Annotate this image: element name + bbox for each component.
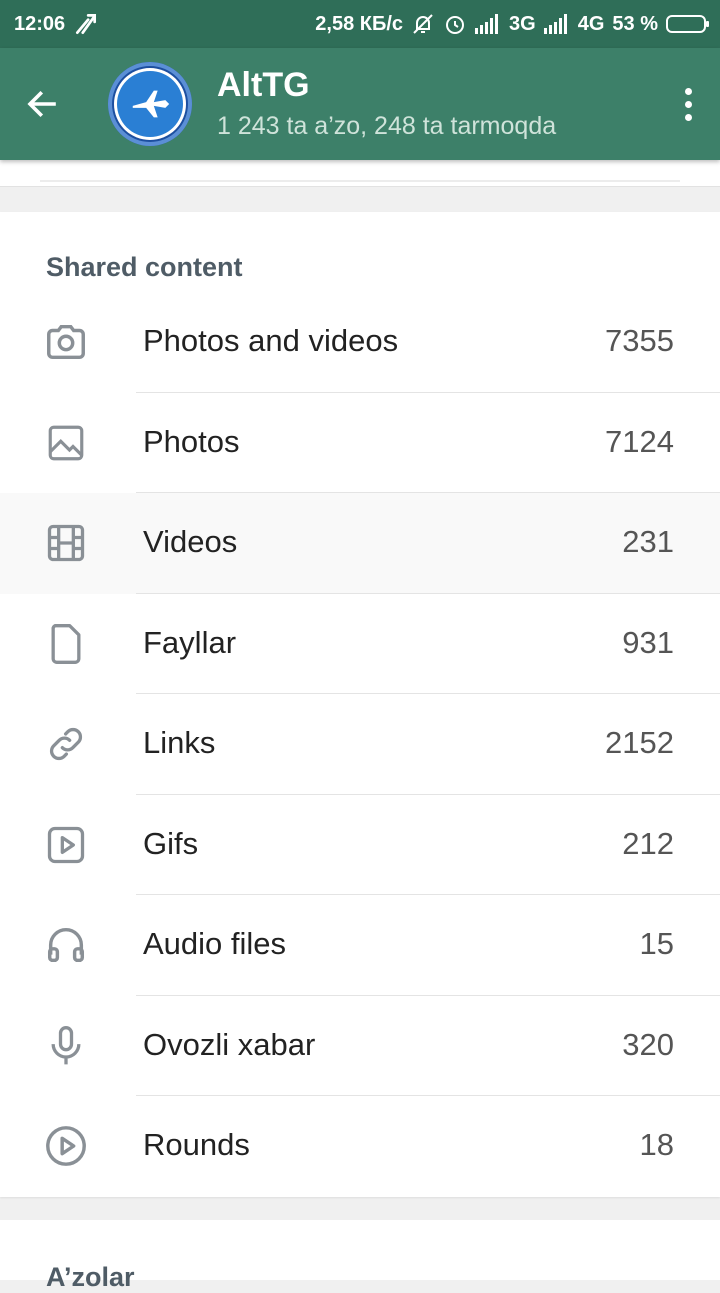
image-icon: [42, 419, 90, 467]
row-count: 7124: [605, 423, 674, 459]
row-count: 7355: [605, 323, 674, 358]
row-count: 212: [622, 825, 674, 861]
back-button[interactable]: [20, 82, 64, 126]
file-icon: [42, 620, 90, 668]
members-card: A’zolar: [0, 1220, 720, 1292]
camera-icon: [42, 318, 90, 366]
headphones-icon: [42, 921, 90, 969]
row-label: Photos: [143, 423, 240, 459]
shared-content-list: Photos and videos 7355 Photos 7124 Video…: [0, 292, 720, 1197]
row-label: Gifs: [143, 825, 199, 861]
list-item-files[interactable]: Fayllar 931: [0, 594, 720, 694]
row-label: Photos and videos: [143, 323, 399, 358]
avatar-inner: [117, 71, 183, 137]
row-label: Ovozli xabar: [143, 1026, 316, 1062]
status-time: 12:06: [14, 12, 66, 35]
signal-icon-2: [543, 14, 570, 34]
network-type-1: 3G: [509, 12, 536, 35]
battery-percent: 53 %: [612, 12, 658, 35]
chat-title: AltTG: [217, 66, 310, 104]
dot-icon: [684, 113, 692, 121]
more-options-button[interactable]: [674, 82, 702, 126]
signal-icon: [475, 14, 501, 34]
list-item-gifs[interactable]: Gifs 212: [0, 795, 720, 895]
gif-play-icon: [42, 821, 90, 869]
network-type-2: 4G: [577, 12, 605, 35]
battery-icon: [666, 15, 709, 33]
members-section-title: A’zolar: [46, 1262, 135, 1292]
row-label: Fayllar: [143, 624, 237, 660]
dot-icon: [684, 87, 692, 95]
notification-app-icon: [73, 11, 99, 37]
action-bar: AltTG 1 243 ta a’zo, 248 ta tarmoqda: [0, 48, 720, 160]
divider: [40, 180, 680, 182]
arrow-left-icon: [27, 90, 56, 118]
jet-icon: [132, 90, 170, 118]
dot-icon: [684, 100, 692, 108]
microphone-icon: [42, 1022, 90, 1070]
film-icon: [42, 519, 90, 567]
list-item-photos[interactable]: Photos 7124: [0, 393, 720, 493]
round-video-icon: [42, 1122, 90, 1170]
previous-card-fragment: [0, 160, 720, 187]
list-item-links[interactable]: Links 2152: [0, 694, 720, 795]
row-label: Audio files: [143, 926, 287, 961]
list-item-audio-files[interactable]: Audio files 15: [0, 895, 720, 996]
section-title: Shared content: [46, 252, 243, 282]
alarm-icon: [443, 12, 467, 36]
shared-content-card: Shared content Photos and videos 7355 Ph…: [0, 212, 720, 1197]
link-icon: [42, 720, 90, 768]
list-item-videos[interactable]: Videos 231: [0, 493, 720, 594]
row-label: Rounds: [143, 1127, 250, 1162]
row-count: 931: [622, 624, 674, 660]
status-right: 2,58 КБ/с 3G 4G 53 %: [315, 12, 709, 36]
row-count: 2152: [605, 725, 674, 760]
row-count: 320: [622, 1026, 674, 1062]
row-label: Links: [143, 725, 216, 760]
channel-avatar[interactable]: [108, 62, 192, 146]
status-bar: 12:06 2,58 КБ/с 3G 4G 53 %: [0, 0, 720, 48]
row-count: 231: [622, 524, 674, 559]
network-speed: 2,58 КБ/с: [315, 12, 404, 35]
list-item-photos-and-videos[interactable]: Photos and videos 7355: [0, 292, 720, 393]
mute-bell-icon: [411, 12, 435, 36]
list-item-voice-messages[interactable]: Ovozli xabar 320: [0, 996, 720, 1096]
status-left: 12:06: [14, 11, 99, 37]
list-item-rounds[interactable]: Rounds 18: [0, 1096, 720, 1197]
row-label: Videos: [143, 524, 238, 559]
chat-subtitle: 1 243 ta a’zo, 248 ta tarmoqda: [217, 112, 557, 140]
row-count: 15: [639, 926, 674, 961]
row-count: 18: [639, 1127, 674, 1162]
